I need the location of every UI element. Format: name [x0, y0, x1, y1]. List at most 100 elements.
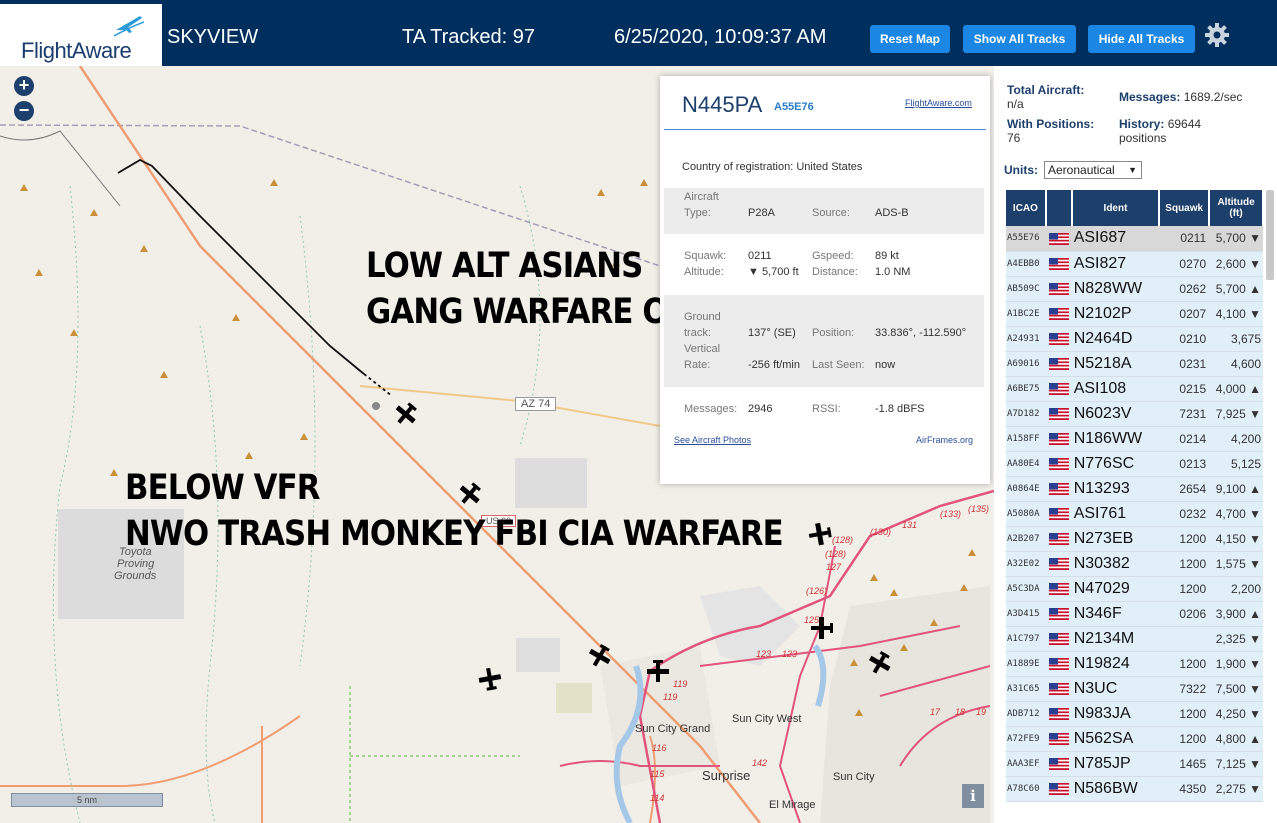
table-row[interactable]: AB509C N828WW 0262 5,700 ▲	[1006, 276, 1263, 302]
row-altitude: 7,925 ▼	[1209, 401, 1263, 427]
with-positions-value: 76	[1007, 131, 1021, 145]
sun-city-grand-label: Sun City Grand	[635, 723, 711, 735]
gear-icon[interactable]	[1204, 22, 1230, 48]
distance-value: 1.0 NM	[875, 266, 911, 278]
show-all-tracks-button[interactable]: Show All Tracks	[963, 25, 1076, 53]
row-icao: A0864E	[1006, 476, 1046, 502]
table-row[interactable]: A158FF N186WW 0214 4,200	[1006, 426, 1263, 452]
aircraft-photos-link[interactable]: See Aircraft Photos	[674, 435, 751, 445]
row-ident: N828WW	[1071, 276, 1160, 302]
row-icao: A1C797	[1006, 626, 1046, 652]
table-row[interactable]: A1BC2E N2102P 0207 4,100 ▼	[1006, 301, 1263, 327]
row-squawk: 2654	[1159, 476, 1210, 502]
table-row[interactable]: A0864E N13293 2654 9,100 ▲	[1006, 476, 1263, 502]
table-row[interactable]: A72FE9 N562SA 1200 4,800 ▲	[1006, 726, 1263, 752]
row-altitude: 4,700 ▼	[1209, 501, 1263, 527]
row-squawk: 0207	[1159, 301, 1210, 327]
flightaware-link[interactable]: FlightAware.com	[905, 98, 972, 108]
table-row[interactable]: A24931 N2464D 0210 3,675	[1006, 326, 1263, 352]
row-squawk	[1159, 626, 1210, 652]
gspeed-value: 89 kt	[875, 250, 899, 262]
popup-ident: N445PA	[682, 92, 763, 117]
zoom-out-button[interactable]: −	[14, 101, 34, 121]
aircraft-list-panel: Total Aircraft: n/a Messages: 1689.2/sec…	[994, 66, 1277, 823]
us-flag-icon	[1048, 633, 1069, 646]
row-altitude: 1,575 ▼	[1209, 551, 1263, 577]
country-label: Country of registration:	[682, 161, 794, 173]
row-altitude: 2,600 ▼	[1209, 251, 1263, 277]
route-label: 123	[782, 649, 798, 659]
gspeed-label: Gspeed:	[812, 250, 854, 262]
table-row[interactable]: A7D182 N6023V 7231 7,925 ▼	[1006, 401, 1263, 427]
col-squawk[interactable]: Squawk	[1159, 190, 1211, 226]
table-row[interactable]: A5C3DA N47029 1200 2,200	[1006, 576, 1263, 602]
table-row[interactable]: A6BE75 ASI108 0215 4,000 ▲	[1006, 376, 1263, 402]
track-value: 137° (SE)	[748, 327, 796, 339]
row-altitude: 4,600	[1209, 351, 1263, 377]
row-altitude: 1,900 ▼	[1209, 651, 1263, 677]
us-flag-icon	[1048, 608, 1069, 621]
row-squawk: 7322	[1159, 676, 1210, 702]
us-flag-icon	[1048, 258, 1069, 271]
table-row[interactable]: AA80E4 N776SC 0213 5,125	[1006, 451, 1263, 477]
table-row[interactable]: A2B207 N273EB 1200 4,150 ▼	[1006, 526, 1263, 552]
logo-text: FlightAware	[21, 38, 132, 63]
airframes-link[interactable]: AirFrames.org	[916, 435, 973, 445]
units-selected-value: Aeronautical	[1048, 163, 1115, 177]
aircraft-info-popup: N445PA A55E76 FlightAware.com Country of…	[660, 76, 990, 484]
col-flag[interactable]	[1045, 190, 1073, 226]
altitude-value: ▼ 5,700 ft	[748, 266, 799, 278]
info-icon[interactable]: i	[962, 784, 984, 808]
row-flag	[1045, 376, 1072, 402]
row-squawk: 4350	[1159, 776, 1210, 802]
table-row[interactable]: A31C65 N3UC 7322 7,500 ▼	[1006, 676, 1263, 702]
col-ident[interactable]: Ident	[1071, 190, 1161, 226]
row-altitude: 5,700 ▼	[1209, 226, 1263, 252]
table-row[interactable]: A1C797 N2134M 2,325 ▼	[1006, 626, 1263, 652]
row-icao: A158FF	[1006, 426, 1046, 452]
row-icao: AA80E4	[1006, 451, 1046, 477]
az74-label: AZ 74	[515, 397, 557, 411]
row-altitude: 4,100 ▼	[1209, 301, 1263, 327]
row-squawk: 0211	[1159, 226, 1210, 252]
table-row[interactable]: A3D415 N346F 0206 3,900 ▲	[1006, 601, 1263, 627]
table-row[interactable]: A78C60 N586BW 4350 2,275 ▼	[1006, 776, 1263, 802]
row-ident: N2464D	[1071, 326, 1160, 352]
table-row[interactable]: A5080A ASI761 0232 4,700 ▼	[1006, 501, 1263, 527]
row-squawk: 7231	[1159, 401, 1210, 427]
rate-value: -256 ft/min	[748, 359, 800, 371]
zoom-in-button[interactable]: +	[14, 76, 34, 96]
logo[interactable]: FlightAware	[0, 4, 162, 66]
col-icao[interactable]: ICAO	[1006, 190, 1047, 226]
table-scrollbar[interactable]	[1266, 190, 1274, 280]
row-icao: A24931	[1006, 326, 1046, 352]
history-label: History:	[1119, 117, 1165, 131]
table-row[interactable]: ADB712 N983JA 1200 4,250 ▼	[1006, 701, 1263, 727]
squawk-label: Squawk:	[684, 250, 727, 262]
row-ident: ASI761	[1071, 501, 1160, 527]
row-ident: N562SA	[1071, 726, 1160, 752]
row-flag	[1045, 326, 1072, 352]
col-altitude[interactable]: Altitude (ft)	[1209, 190, 1264, 226]
messages-rate-value: 1689.2/sec	[1183, 90, 1243, 104]
table-row[interactable]: A4EBB0 ASI827 0270 2,600 ▼	[1006, 251, 1263, 277]
popup-band-track	[664, 295, 984, 387]
hide-all-tracks-button[interactable]: Hide All Tracks	[1088, 25, 1195, 53]
table-row[interactable]: A32E02 N30382 1200 1,575 ▼	[1006, 551, 1263, 577]
popup-divider	[664, 129, 986, 130]
us-flag-icon	[1048, 508, 1069, 521]
country-value: United States	[796, 161, 863, 173]
row-icao: A31C65	[1006, 676, 1046, 702]
row-icao: A69016	[1006, 351, 1046, 377]
us-flag-icon	[1048, 283, 1069, 296]
table-row[interactable]: A55E76 ASI687 0211 5,700 ▼	[1006, 226, 1263, 252]
table-row[interactable]: A69016 N5218A 0231 4,600	[1006, 351, 1263, 377]
table-row[interactable]: AAA3EF N785JP 1465 7,125 ▼	[1006, 751, 1263, 777]
reset-map-button[interactable]: Reset Map	[870, 25, 950, 53]
table-row[interactable]: A1889E N19824 1200 1,900 ▼	[1006, 651, 1263, 677]
us-flag-icon	[1048, 333, 1069, 346]
row-squawk: 1200	[1159, 726, 1210, 752]
row-altitude: 9,100 ▲	[1209, 476, 1263, 502]
units-select[interactable]: Aeronautical ▼	[1044, 161, 1142, 179]
row-flag	[1045, 476, 1072, 502]
